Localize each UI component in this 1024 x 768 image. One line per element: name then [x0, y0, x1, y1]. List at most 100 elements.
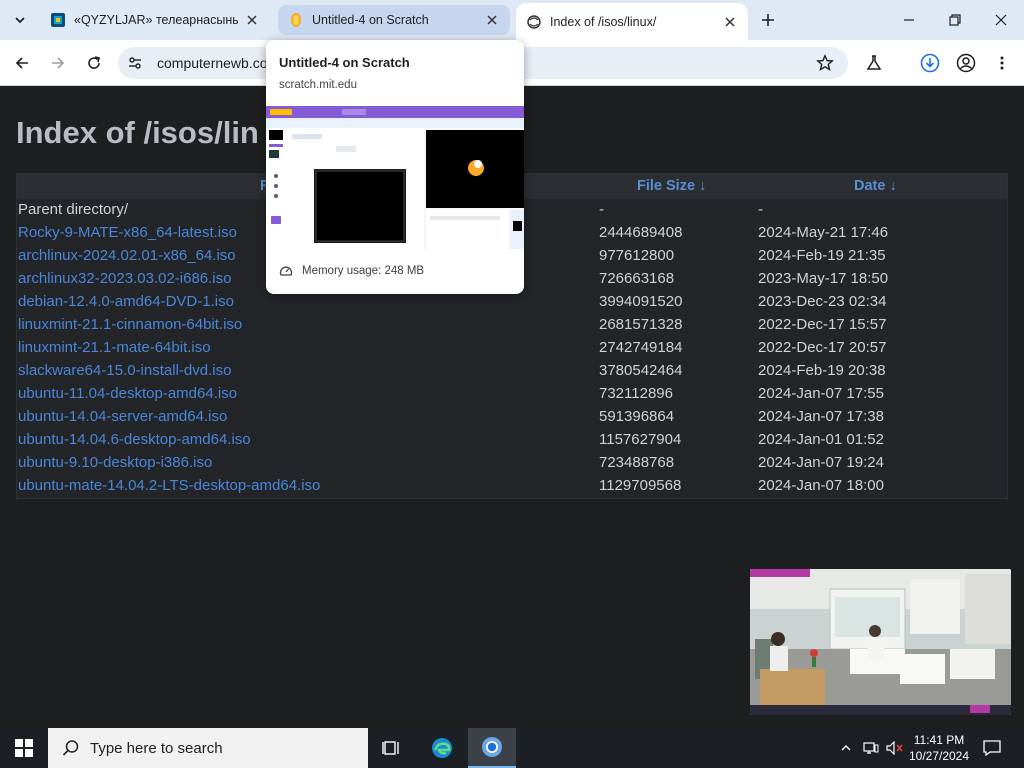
file-link[interactable]: debian-12.4.0-amd64-DVD-1.iso — [18, 293, 234, 310]
downloads-button[interactable] — [916, 49, 944, 77]
file-link[interactable]: ubuntu-14.04.6-desktop-amd64.iso — [18, 431, 251, 448]
start-button[interactable] — [0, 728, 48, 768]
back-button[interactable] — [8, 49, 36, 77]
tab-strip: «QYZYLJAR» телеарнасының р Untitled-4 on… — [0, 0, 1024, 40]
arrow-right-icon — [52, 57, 65, 69]
file-size: 3780542464 — [599, 362, 683, 379]
task-view-icon — [382, 741, 399, 755]
qyzyljar-favicon — [50, 12, 66, 28]
arrow-left-icon — [15, 57, 28, 69]
table-row: linuxmint-21.1-mate-64bit.iso 2742749184… — [17, 337, 1007, 360]
file-link[interactable]: linuxmint-21.1-cinnamon-64bit.iso — [18, 316, 242, 333]
restore-icon — [949, 14, 961, 26]
profile-button[interactable] — [952, 49, 980, 77]
file-date: 2024-Jan-07 18:00 — [758, 477, 884, 494]
file-link[interactable]: ubuntu-11.04-desktop-amd64.iso — [18, 385, 237, 402]
url-text: computernewb.co — [157, 55, 268, 71]
new-tab-button[interactable] — [756, 8, 780, 32]
taskbar-clock[interactable]: 11:41 PM 10/27/2024 — [908, 732, 970, 764]
hover-card-title: Untitled-4 on Scratch — [279, 55, 410, 70]
table-row: slackware64-15.0-install-dvd.iso 3780542… — [17, 360, 1007, 383]
file-date: - — [758, 201, 763, 218]
column-header-date[interactable]: Date ↓ — [854, 178, 897, 194]
table-row: ubuntu-9.10-desktop-i386.iso 723488768 2… — [17, 452, 1007, 475]
site-info-icon[interactable] — [127, 55, 143, 76]
file-size: 1157627904 — [599, 431, 682, 448]
tab-title: Index of /isos/linux/ — [550, 14, 657, 29]
minimize-button[interactable] — [886, 0, 932, 40]
clock-time: 11:41 PM — [913, 733, 965, 747]
file-size: - — [599, 201, 604, 218]
table-row: ubuntu-11.04-desktop-amd64.iso 732112896… — [17, 383, 1007, 406]
page-title: Index of /isos/lin — [16, 115, 259, 150]
speedometer-icon — [279, 266, 293, 276]
reload-button[interactable] — [80, 49, 108, 77]
account-icon — [956, 53, 976, 73]
windows-taskbar: Type here to search 11:41 PM 10/27/2024 — [0, 728, 1024, 768]
chevron-down-icon — [15, 17, 25, 24]
file-size: 2444689408 — [599, 224, 683, 241]
plus-icon — [762, 14, 774, 26]
tab-qyzyljar[interactable]: «QYZYLJAR» телеарнасының р — [40, 5, 270, 35]
picture-in-picture-video[interactable] — [750, 569, 1011, 715]
chrome-icon — [482, 737, 502, 757]
close-window-button[interactable] — [978, 0, 1024, 40]
forward-button[interactable] — [44, 49, 72, 77]
file-size: 732112896 — [599, 385, 673, 402]
memory-usage: Memory usage: 248 MB — [279, 264, 424, 278]
volume-muted-icon — [886, 741, 903, 755]
file-date: 2023-Dec-23 02:34 — [758, 293, 887, 310]
file-date: 2024-Feb-19 21:35 — [758, 247, 886, 264]
parent-directory-link[interactable]: Parent directory/ — [18, 201, 128, 218]
notifications-button[interactable] — [978, 728, 1006, 768]
column-header-size[interactable]: File Size ↓ — [637, 178, 706, 194]
table-row: debian-12.4.0-amd64-DVD-1.iso 3994091520… — [17, 291, 1007, 314]
file-size: 591396864 — [599, 408, 675, 425]
file-date: 2024-Jan-07 19:24 — [758, 454, 884, 471]
network-tray[interactable] — [860, 728, 882, 768]
close-icon[interactable] — [722, 14, 738, 30]
clock-date: 10/27/2024 — [908, 749, 970, 763]
tab-scratch[interactable]: Untitled-4 on Scratch — [278, 5, 510, 35]
close-icon[interactable] — [244, 12, 260, 28]
file-size: 723488768 — [599, 454, 675, 471]
search-icon — [62, 740, 79, 756]
file-link[interactable]: archlinux32-2023.03.02-i686.iso — [18, 270, 231, 287]
network-icon — [863, 742, 879, 754]
file-link[interactable]: Rocky-9-MATE-x86_64-latest.iso — [18, 224, 237, 241]
file-link[interactable]: slackware64-15.0-install-dvd.iso — [18, 362, 231, 379]
search-placeholder: Type here to search — [90, 739, 223, 757]
scratch-favicon — [288, 12, 304, 28]
server-favicon — [526, 14, 542, 30]
file-date: 2024-Feb-19 20:38 — [758, 362, 886, 379]
tab-preview-thumbnail — [266, 106, 524, 249]
table-row: linuxmint-21.1-cinnamon-64bit.iso 268157… — [17, 314, 1007, 337]
file-size: 3994091520 — [599, 293, 683, 310]
file-link[interactable]: archlinux-2024.02.01-x86_64.iso — [18, 247, 236, 264]
hover-card-domain: scratch.mit.edu — [279, 79, 357, 91]
file-link[interactable]: ubuntu-9.10-desktop-i386.iso — [18, 454, 212, 471]
restore-button[interactable] — [932, 0, 978, 40]
edge-icon — [432, 738, 452, 758]
close-icon[interactable] — [484, 12, 500, 28]
task-view-button[interactable] — [368, 728, 416, 768]
file-size: 2681571328 — [599, 316, 683, 333]
tab-search-button[interactable] — [6, 6, 34, 34]
volume-tray[interactable] — [884, 728, 906, 768]
file-link[interactable]: linuxmint-21.1-mate-64bit.iso — [18, 339, 211, 356]
file-date: 2024-May-21 17:46 — [758, 224, 889, 241]
taskbar-edge[interactable] — [418, 728, 466, 768]
taskbar-chrome[interactable] — [468, 728, 516, 768]
menu-button[interactable] — [988, 49, 1016, 77]
bookmark-star-icon[interactable] — [816, 54, 834, 77]
more-vert-icon — [1000, 56, 1004, 70]
file-size: 726663168 — [599, 270, 675, 287]
flask-icon — [866, 55, 882, 70]
show-hidden-icons[interactable] — [836, 728, 856, 768]
notification-icon — [983, 740, 1001, 756]
file-link[interactable]: ubuntu-mate-14.04.2-LTS-desktop-amd64.is… — [18, 477, 320, 494]
labs-button[interactable] — [860, 49, 888, 77]
taskbar-search-box[interactable]: Type here to search — [48, 728, 368, 768]
tab-index-of-isos[interactable]: Index of /isos/linux/ — [516, 3, 748, 40]
file-link[interactable]: ubuntu-14.04-server-amd64.iso — [18, 408, 227, 425]
